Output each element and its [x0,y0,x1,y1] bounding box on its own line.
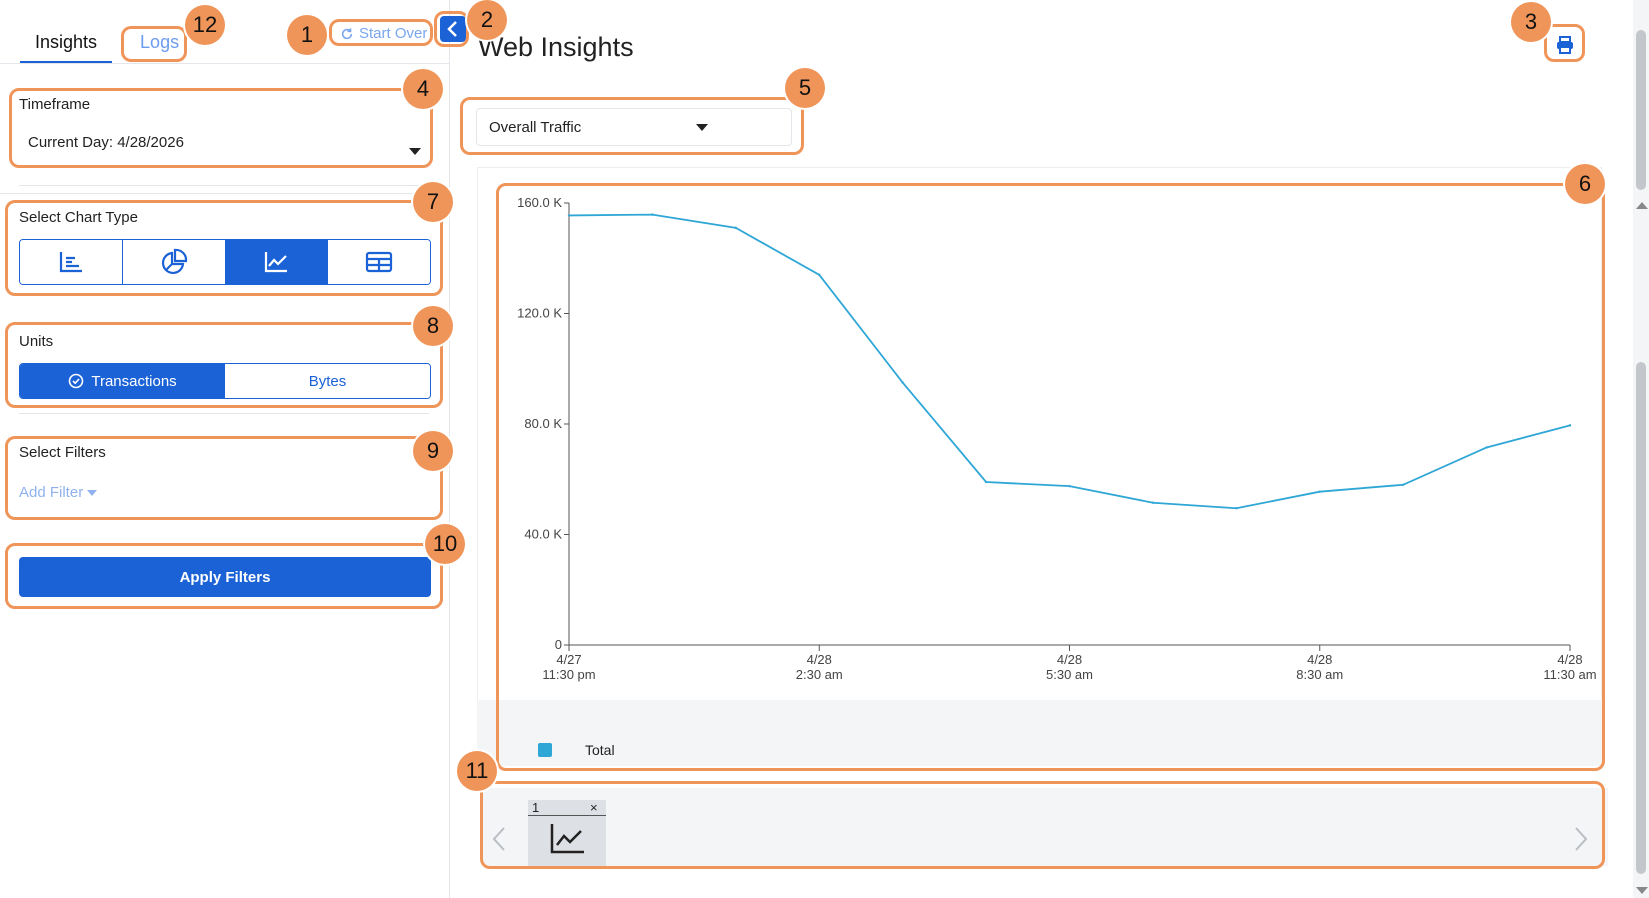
divider [19,185,429,186]
thumbnail-number: 1 [532,800,540,815]
annotation-badge: 9 [413,431,453,471]
caret-down-icon[interactable] [696,124,708,131]
x-tick-label: 4/28 [1057,652,1082,667]
data-point [734,226,738,230]
chevron-left-icon[interactable] [492,826,506,852]
chart-legend [477,700,1602,766]
data-point [567,214,571,217]
data-point [1485,446,1488,449]
thumbnail-close-button[interactable]: × [590,800,598,815]
metric-select[interactable]: Overall Traffic [476,108,792,146]
line-chart: 0 40.0 K 80.0 K 120.0 K 160.0 K 4/2711:30 pm 4… [517,195,1596,682]
add-filter-label: Add Filter [19,484,84,501]
units-transactions-label: Transactions [91,372,177,390]
y-tick-label: 0 [555,637,562,652]
data-point [651,213,654,216]
chart-type-label: Select Chart Type [19,209,138,226]
chart-type-pie-button[interactable] [122,240,226,284]
chart-type-table-button[interactable] [328,240,430,284]
filters-label: Select Filters [19,444,106,461]
chart-type-bar-button[interactable] [20,240,123,284]
units-label: Units [19,333,54,350]
scroll-up-arrow[interactable] [1636,202,1648,209]
x-tick-label: 11:30 pm [542,667,595,682]
annotation-badge: 8 [413,306,453,346]
thumbnail-divider [528,815,606,816]
check-circle-icon [69,373,84,389]
annotation-badge: 5 [785,68,825,108]
caret-down-icon [87,489,98,496]
data-point [1068,484,1071,488]
print-button[interactable] [1552,32,1578,58]
divider [0,193,450,194]
x-tick-label: 4/28 [807,652,832,667]
chart-carousel [483,788,1608,866]
x-tick-label: 5:30 am [1046,667,1093,682]
page-title: Web Insights [478,32,634,62]
annotation-badge: 12 [185,5,225,45]
annotation-badge: 11 [457,751,497,791]
data-point [984,480,988,484]
annotation-badge: 2 [467,0,507,40]
annotation-badge: 7 [413,182,453,222]
scroll-down-arrow[interactable] [1636,887,1648,894]
scrollbar-thumb[interactable] [1636,30,1646,190]
data-point [1151,501,1155,504]
units-bytes-label: Bytes [308,372,347,390]
pie-chart-icon [161,248,187,275]
data-point [818,273,821,277]
units-selector: Transactions Bytes [19,363,431,399]
divider [19,413,429,414]
annotation-badge: 6 [1565,164,1605,204]
chevron-left-icon [447,21,457,37]
series-line-total [568,213,1571,510]
data-point [901,381,904,384]
table-icon [366,251,393,273]
y-tick-label: 80.0 K [524,416,562,431]
timeframe-select[interactable]: Current Day: 4/28/2026 [28,134,428,151]
timeframe-label: Timeframe [19,96,91,113]
x-tick-label: 11:30 am [1543,667,1596,682]
chart-type-selector [19,239,431,285]
annotation-badge: 10 [425,524,465,564]
x-tick-label: 4/27 [556,652,581,667]
y-tick-label: 40.0 K [524,527,562,542]
units-transactions-button[interactable]: Transactions [20,364,225,398]
line-chart-icon [265,252,288,273]
y-tick-label: 160.0 K [517,195,562,210]
x-tick-label: 4/28 [1307,652,1332,667]
data-point [1318,490,1321,493]
annotation-badge: 1 [287,15,327,55]
sidebar-tabs: Insights Logs [20,20,185,64]
scrollbar-thumb[interactable] [1636,362,1646,874]
apply-filters-button[interactable]: Apply Filters [19,557,431,597]
data-point [1235,507,1238,510]
chart-type-line-button[interactable] [225,240,329,284]
tabs-divider [0,63,450,64]
add-filter-button[interactable]: Add Filter [19,484,98,501]
data-point [1568,424,1572,427]
caret-down-icon[interactable] [409,148,421,155]
start-over-label: Start Over [359,25,428,42]
legend-label-total[interactable]: Total [585,742,615,758]
tab-insights[interactable]: Insights [20,20,113,64]
annotation-badge: 3 [1511,2,1551,42]
units-bytes-button[interactable]: Bytes [225,364,430,398]
y-tick-label: 120.0 K [517,306,562,321]
tab-logs[interactable]: Logs [134,20,185,64]
collapse-sidebar-button[interactable] [440,16,466,42]
printer-icon [1557,36,1573,54]
x-tick-label: 8:30 am [1296,667,1343,682]
refresh-icon [341,27,353,39]
start-over-button[interactable]: Start Over [340,25,427,42]
bar-chart-icon [59,252,82,273]
x-tick-label: 2:30 am [796,667,843,682]
annotation-badge: 4 [403,69,443,109]
chevron-right-icon[interactable] [1574,826,1588,852]
x-tick-label: 4/28 [1557,652,1582,667]
data-point [1401,483,1405,486]
legend-swatch-total[interactable] [538,743,552,757]
line-chart-icon [550,824,584,854]
